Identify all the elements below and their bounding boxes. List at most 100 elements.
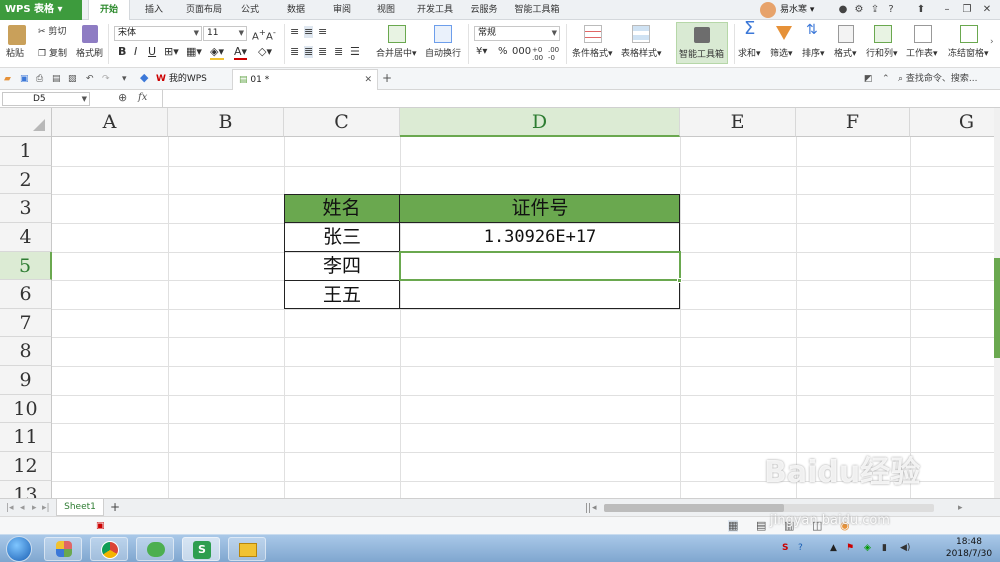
settings-icon[interactable]: ⚙	[852, 3, 866, 17]
print-preview-icon[interactable]: ▤	[52, 73, 61, 85]
column-header-g[interactable]: G	[910, 108, 994, 137]
customize-dropdown-icon[interactable]: ▾	[122, 73, 127, 85]
tray-wps-icon[interactable]: S	[782, 542, 788, 554]
underline-icon[interactable]: U	[148, 46, 156, 58]
normal-view-icon[interactable]: ▦	[728, 520, 739, 532]
align-right-icon[interactable]: ≣	[318, 46, 327, 58]
taskbar-explorer[interactable]	[228, 537, 266, 561]
wps-cloud-icon[interactable]: ◆	[140, 72, 148, 84]
freeze-icon[interactable]	[960, 25, 978, 43]
row-header-6[interactable]: 6	[0, 280, 52, 309]
sum-button[interactable]: 求和▾	[738, 48, 761, 60]
row-header-11[interactable]: 11	[0, 423, 52, 452]
conditional-format-button[interactable]: 条件格式▾	[572, 48, 613, 60]
column-header-b[interactable]: B	[168, 108, 284, 137]
tab-document[interactable]: ▤ 01 * ✕	[232, 69, 378, 90]
justify-icon[interactable]: ≣	[334, 46, 343, 58]
skin-icon[interactable]: ●	[836, 3, 850, 17]
column-header-e[interactable]: E	[680, 108, 796, 137]
tab-formula[interactable]: 公式	[234, 0, 266, 20]
h-scroll-thumb[interactable]	[604, 504, 784, 512]
cell-c6[interactable]: 王五	[284, 281, 400, 309]
prev-sheet-icon[interactable]: ◂	[20, 502, 25, 514]
increase-font-icon[interactable]: A+	[252, 26, 266, 43]
next-sheet-icon[interactable]: ▸	[32, 502, 37, 514]
row-header-5[interactable]: 5	[0, 252, 52, 280]
undo-icon[interactable]: ↶	[86, 73, 94, 85]
cut-button[interactable]: ✂ 剪切	[38, 26, 66, 38]
select-all-corner[interactable]	[0, 108, 52, 137]
tray-security-icon[interactable]: ◈	[864, 542, 871, 554]
column-header-c[interactable]: C	[284, 108, 400, 137]
worksheet-icon[interactable]	[914, 25, 932, 43]
fill-handle[interactable]	[677, 278, 682, 283]
wrap-text-icon[interactable]	[434, 25, 452, 43]
border-icon[interactable]: ⊞▾	[164, 46, 179, 58]
number-format-select[interactable]: 常规 ▼	[474, 26, 560, 41]
table-style-icon[interactable]	[632, 25, 650, 43]
close-icon[interactable]: ✕	[980, 3, 994, 17]
align-bottom-icon[interactable]: ≡	[318, 26, 327, 38]
avatar[interactable]	[760, 2, 776, 18]
row-header-2[interactable]: 2	[0, 166, 52, 194]
tray-network-icon[interactable]: ▮	[882, 542, 887, 554]
name-box[interactable]: D5 ▼	[2, 92, 90, 106]
sum-icon[interactable]: Σ	[744, 20, 755, 38]
fill-color-icon[interactable]: ◈▾	[210, 46, 224, 60]
macro-icon[interactable]: ▣	[96, 520, 105, 532]
tab-home[interactable]: 开始	[88, 0, 130, 21]
clock[interactable]: 18:48 2018/7/30	[944, 536, 994, 560]
decrease-font-icon[interactable]: A-	[266, 26, 276, 43]
open-icon[interactable]: ▰	[4, 73, 11, 85]
merge-center-icon[interactable]	[388, 25, 406, 43]
taskbar-app-game[interactable]	[44, 537, 82, 561]
freeze-button[interactable]: 冻结窗格▾	[948, 48, 989, 60]
filter-icon[interactable]	[776, 26, 792, 40]
close-tab-icon[interactable]: ✕	[364, 70, 372, 90]
column-header-f[interactable]: F	[796, 108, 910, 137]
merge-cells-icon[interactable]: ▦▾	[186, 46, 202, 58]
conditional-format-icon[interactable]	[584, 25, 602, 43]
smart-toolbox-button[interactable]: 智能工具箱	[676, 22, 728, 64]
collapse-ribbon-icon[interactable]: ⌃	[882, 73, 890, 85]
tray-expand-icon[interactable]: ▲	[830, 542, 837, 554]
row-header-12[interactable]: 12	[0, 452, 52, 481]
row-header-8[interactable]: 8	[0, 337, 52, 366]
cell-d4[interactable]: 1.30926E+17	[400, 223, 680, 251]
save-icon[interactable]: ▣	[20, 73, 29, 85]
scroll-thumb[interactable]	[994, 258, 1000, 358]
thousands-icon[interactable]: 000	[512, 46, 531, 58]
row-header-3[interactable]: 3	[0, 194, 52, 223]
tab-page-layout[interactable]: 页面布局	[178, 0, 230, 20]
cell-d3[interactable]: 证件号	[400, 194, 680, 223]
horizontal-scrollbar[interactable]	[604, 504, 934, 512]
italic-icon[interactable]: I	[134, 46, 137, 58]
cell-c3[interactable]: 姓名	[284, 194, 400, 223]
search-command-input[interactable]: ⌕ 查找命令、搜索...	[898, 71, 996, 87]
format-painter-button[interactable]: 格式刷	[76, 48, 103, 60]
restore-window-icon[interactable]: ⬆	[914, 3, 928, 17]
format-button[interactable]: 格式▾	[834, 48, 857, 60]
sort-button[interactable]: 排序▾	[802, 48, 825, 60]
row-header-10[interactable]: 10	[0, 395, 52, 423]
tab-my-wps[interactable]: W 我的WPS	[156, 68, 230, 90]
minimize-icon[interactable]: –	[940, 3, 954, 17]
sheet-tab-sheet1[interactable]: Sheet1	[56, 499, 104, 516]
distributed-icon[interactable]: ☰	[350, 46, 360, 58]
worksheet-button[interactable]: 工作表▾	[906, 48, 938, 60]
paste-icon[interactable]	[8, 25, 26, 45]
merge-center-button[interactable]: 合并居中▾	[376, 48, 417, 60]
share-icon[interactable]: ⇪	[868, 3, 882, 17]
fx-button[interactable]: fx	[138, 92, 147, 104]
row-header-9[interactable]: 9	[0, 366, 52, 395]
align-left-icon[interactable]: ≣	[290, 46, 299, 58]
copy-button[interactable]: ❐ 复制	[38, 48, 67, 60]
first-sheet-icon[interactable]: |◂	[6, 502, 14, 514]
cell-c4[interactable]: 张三	[284, 223, 400, 251]
clear-format-icon[interactable]: ◇▾	[258, 46, 272, 58]
sort-icon[interactable]: ⇅	[806, 23, 818, 37]
row-header-1[interactable]: 1	[0, 137, 52, 166]
percent-icon[interactable]: %	[498, 46, 508, 58]
filter-button[interactable]: 筛选▾	[770, 48, 793, 60]
tab-developer[interactable]: 开发工具	[412, 0, 458, 20]
